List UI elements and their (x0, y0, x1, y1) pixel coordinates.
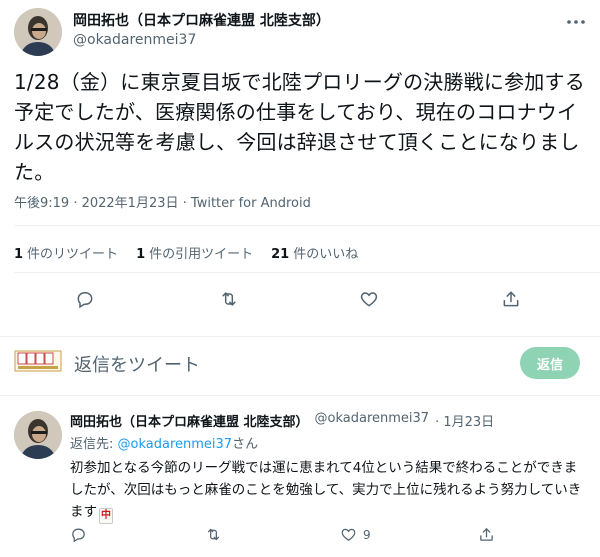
tweet-stats: 1 件のリツイート 1 件の引用ツイート 21 件のいいね (14, 243, 358, 262)
reply-tweet: 岡田拓也（日本プロ麻雀連盟 北陸支部） @okadarenmei37 · 1月2… (0, 397, 600, 557)
author-handle[interactable]: @okadarenmei37 (73, 32, 196, 48)
reply-date[interactable]: · 1月23日 (435, 411, 494, 430)
reply-input[interactable] (74, 350, 474, 380)
retweet-icon[interactable] (216, 286, 242, 312)
reply-icon[interactable] (72, 286, 98, 312)
meta-separator: · (178, 196, 191, 211)
like-icon[interactable] (356, 286, 382, 312)
reply-composer: 返信 (0, 338, 600, 396)
tweet-time[interactable]: 午後9:19 · 2022年1月23日 (14, 196, 179, 211)
reply-text: 初参加となる今節のリーグ戦では運に恵まれて4位という結果で終わることができました… (70, 457, 590, 524)
quote-count[interactable]: 1 件の引用ツイート (136, 243, 253, 262)
reply-author-avatar[interactable] (14, 411, 62, 459)
reply-actions: 9 (0, 526, 600, 550)
tweet-meta: 午後9:19 · 2022年1月23日 · Twitter for Androi… (14, 192, 311, 211)
reply-like-count: 9 (363, 527, 371, 542)
retweet-count[interactable]: 1 件のリツイート (14, 243, 118, 262)
reply-reply-icon[interactable] (70, 526, 87, 543)
divider (14, 225, 600, 226)
composer-avatar (14, 350, 62, 372)
reply-header: 岡田拓也（日本プロ麻雀連盟 北陸支部） @okadarenmei37 · 1月2… (70, 411, 494, 430)
author-avatar[interactable] (14, 8, 62, 56)
reply-retweet-icon[interactable] (205, 526, 222, 543)
main-tweet: 岡田拓也（日本プロ麻雀連盟 北陸支部） @okadarenmei37 1/28（… (0, 0, 600, 337)
reply-author-handle[interactable]: @okadarenmei37 (315, 411, 430, 430)
reply-button[interactable]: 返信 (520, 347, 580, 379)
tweet-source[interactable]: Twitter for Android (191, 196, 311, 211)
tweet-actions (0, 286, 600, 316)
divider (14, 272, 600, 273)
tweet-text: 1/28（金）に東京夏目坂で北陸プロリーグの決勝戦に参加する予定でしたが、医療関… (14, 70, 585, 184)
like-count[interactable]: 21 件のいいね (271, 243, 358, 262)
more-options-icon[interactable] (566, 12, 586, 32)
reply-like-icon[interactable]: 9 (340, 526, 371, 543)
author-name[interactable]: 岡田拓也（日本プロ麻雀連盟 北陸支部） (73, 10, 330, 30)
reply-author-name[interactable]: 岡田拓也（日本プロ麻雀連盟 北陸支部） (70, 411, 309, 430)
share-icon[interactable] (498, 286, 524, 312)
replying-mention[interactable]: @okadarenmei37 (118, 437, 233, 452)
replying-to: 返信先: @okadarenmei37さん (70, 437, 259, 452)
mahjong-tile-icon: 中 (99, 508, 113, 524)
reply-share-icon[interactable] (478, 526, 495, 543)
